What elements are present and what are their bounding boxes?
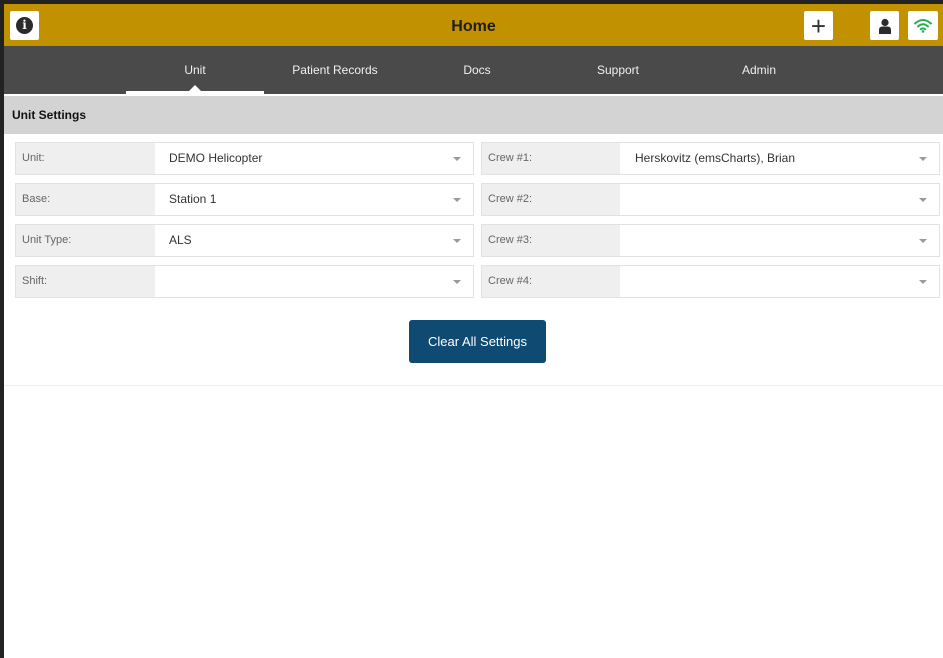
tab-unit[interactable]: Unit xyxy=(126,46,264,94)
field-label: Unit: xyxy=(16,143,155,174)
field-label: Crew #3: xyxy=(482,225,620,256)
field-label: Shift: xyxy=(16,266,155,297)
tab-label: Support xyxy=(596,63,640,77)
field-value: Station 1 xyxy=(169,192,217,206)
section-title: Unit Settings xyxy=(12,108,86,122)
page-title: Home xyxy=(451,18,496,35)
chevron-down-icon xyxy=(919,239,927,243)
active-tab-underline xyxy=(126,91,264,94)
tab-docs[interactable]: Docs xyxy=(408,46,546,94)
chevron-down-icon xyxy=(453,239,461,243)
tab-label: Unit xyxy=(184,63,206,77)
tab-patient-records[interactable]: Patient Records xyxy=(266,46,404,94)
field-value: Herskovitz (emsCharts), Brian xyxy=(635,151,796,165)
chevron-down-icon xyxy=(919,198,927,202)
info-button[interactable]: i xyxy=(10,11,39,40)
tab-support[interactable]: Support xyxy=(549,46,687,94)
plus-icon: + xyxy=(810,10,827,41)
clear-all-settings-button[interactable]: Clear All Settings xyxy=(409,320,546,363)
unit-select[interactable]: Unit: DEMO Helicopter xyxy=(15,142,474,175)
shift-select[interactable]: Shift: xyxy=(15,265,474,298)
unit-settings-header: Unit Settings xyxy=(4,96,943,134)
chevron-down-icon xyxy=(453,280,461,284)
field-label: Crew #1: xyxy=(482,143,620,174)
tab-label: Patient Records xyxy=(292,63,378,77)
chevron-down-icon xyxy=(453,198,461,202)
field-label: Unit Type: xyxy=(16,225,155,256)
info-icon: i xyxy=(16,17,33,34)
crew-1-select[interactable]: Crew #1: Herskovitz (emsCharts), Brian xyxy=(481,142,940,175)
chevron-down-icon xyxy=(919,280,927,284)
crew-4-select[interactable]: Crew #4: xyxy=(481,265,940,298)
header-bar: Home i + xyxy=(4,4,943,46)
wifi-icon xyxy=(914,19,932,33)
add-button[interactable]: + xyxy=(804,11,833,40)
field-value: ALS xyxy=(169,233,192,247)
main-nav: Unit Patient Records Docs Support Admin xyxy=(4,46,943,94)
base-select[interactable]: Base: Station 1 xyxy=(15,183,474,216)
tab-label: Docs xyxy=(463,63,491,77)
tab-admin[interactable]: Admin xyxy=(690,46,828,94)
user-icon xyxy=(878,18,891,34)
wifi-status-button[interactable] xyxy=(908,11,938,40)
unit-type-select[interactable]: Unit Type: ALS xyxy=(15,224,474,257)
field-label: Base: xyxy=(16,184,155,215)
field-label: Crew #2: xyxy=(482,184,620,215)
field-value: DEMO Helicopter xyxy=(169,151,263,165)
field-label: Crew #4: xyxy=(482,266,620,297)
chevron-down-icon xyxy=(453,157,461,161)
user-button[interactable] xyxy=(870,11,899,40)
tab-label: Admin xyxy=(741,63,776,77)
chevron-down-icon xyxy=(919,157,927,161)
crew-2-select[interactable]: Crew #2: xyxy=(481,183,940,216)
crew-3-select[interactable]: Crew #3: xyxy=(481,224,940,257)
divider xyxy=(4,385,943,386)
